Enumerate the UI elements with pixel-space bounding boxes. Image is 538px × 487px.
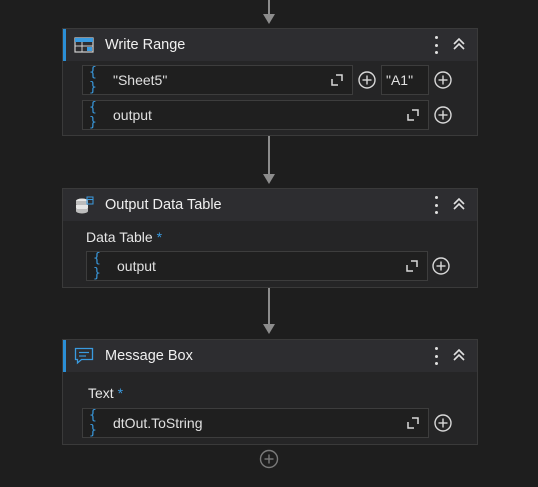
add-activity-icon[interactable] bbox=[259, 449, 279, 469]
expand-icon[interactable] bbox=[406, 108, 420, 122]
excel-range-icon bbox=[73, 34, 95, 56]
activity-title: Message Box bbox=[105, 348, 193, 364]
cell-address-value: "A1" bbox=[386, 72, 414, 88]
expression-icon: { } bbox=[89, 65, 97, 95]
expression-icon: { } bbox=[93, 251, 101, 281]
data-table-label-text: Data Table bbox=[86, 229, 153, 245]
collapse-icon[interactable] bbox=[449, 194, 469, 214]
required-mark: * bbox=[156, 229, 163, 245]
data-table-field[interactable]: { } output bbox=[82, 100, 429, 130]
message-box-icon bbox=[73, 345, 95, 367]
data-table-value: output bbox=[113, 107, 152, 123]
collapse-icon[interactable] bbox=[449, 345, 469, 365]
data-table-icon bbox=[73, 194, 95, 216]
text-value: dtOut.ToString bbox=[113, 415, 203, 431]
required-mark: * bbox=[117, 385, 124, 401]
data-table-field[interactable]: { } output bbox=[86, 251, 428, 281]
connector bbox=[268, 288, 270, 324]
expression-icon: { } bbox=[89, 100, 97, 130]
add-circle-icon[interactable] bbox=[433, 105, 453, 125]
more-options-icon[interactable] bbox=[433, 196, 439, 214]
connector-arrow bbox=[263, 324, 275, 334]
message-box-header[interactable]: Message Box bbox=[63, 340, 477, 372]
write-range-header[interactable]: Write Range bbox=[63, 29, 477, 61]
expand-icon[interactable] bbox=[406, 416, 420, 430]
add-circle-icon[interactable] bbox=[433, 413, 453, 433]
text-field[interactable]: { } dtOut.ToString bbox=[82, 408, 429, 438]
output-data-table-header[interactable]: Output Data Table bbox=[63, 189, 477, 221]
message-box-activity[interactable]: Message Box Text * { } dtOut.ToString bbox=[62, 339, 478, 445]
expand-icon[interactable] bbox=[330, 73, 344, 87]
sheet-name-value: "Sheet5" bbox=[113, 72, 168, 88]
more-options-icon[interactable] bbox=[433, 347, 439, 365]
connector bbox=[268, 136, 270, 174]
connector-arrow bbox=[263, 174, 275, 184]
output-data-table-activity[interactable]: Output Data Table Data Table * { } outpu… bbox=[62, 188, 478, 288]
data-table-value: output bbox=[117, 258, 156, 274]
text-label: Text * bbox=[88, 385, 123, 401]
data-table-label: Data Table * bbox=[86, 229, 162, 245]
selection-accent bbox=[63, 340, 66, 372]
more-options-icon[interactable] bbox=[433, 36, 439, 54]
add-circle-icon[interactable] bbox=[357, 70, 377, 90]
activity-title: Output Data Table bbox=[105, 197, 222, 213]
collapse-icon[interactable] bbox=[449, 34, 469, 54]
connector-arrow-top bbox=[263, 14, 275, 24]
sheet-name-field[interactable]: { } "Sheet5" bbox=[82, 65, 353, 95]
connector-top bbox=[268, 0, 270, 14]
expression-icon: { } bbox=[89, 408, 97, 438]
write-range-activity[interactable]: Write Range { } "Sheet5" "A1" { } output bbox=[62, 28, 478, 136]
add-circle-icon[interactable] bbox=[433, 70, 453, 90]
add-circle-icon[interactable] bbox=[431, 256, 451, 276]
text-label-text: Text bbox=[88, 385, 114, 401]
selection-accent bbox=[63, 29, 66, 61]
activity-title: Write Range bbox=[105, 37, 186, 53]
cell-address-field[interactable]: "A1" bbox=[381, 65, 429, 95]
expand-icon[interactable] bbox=[405, 259, 419, 273]
